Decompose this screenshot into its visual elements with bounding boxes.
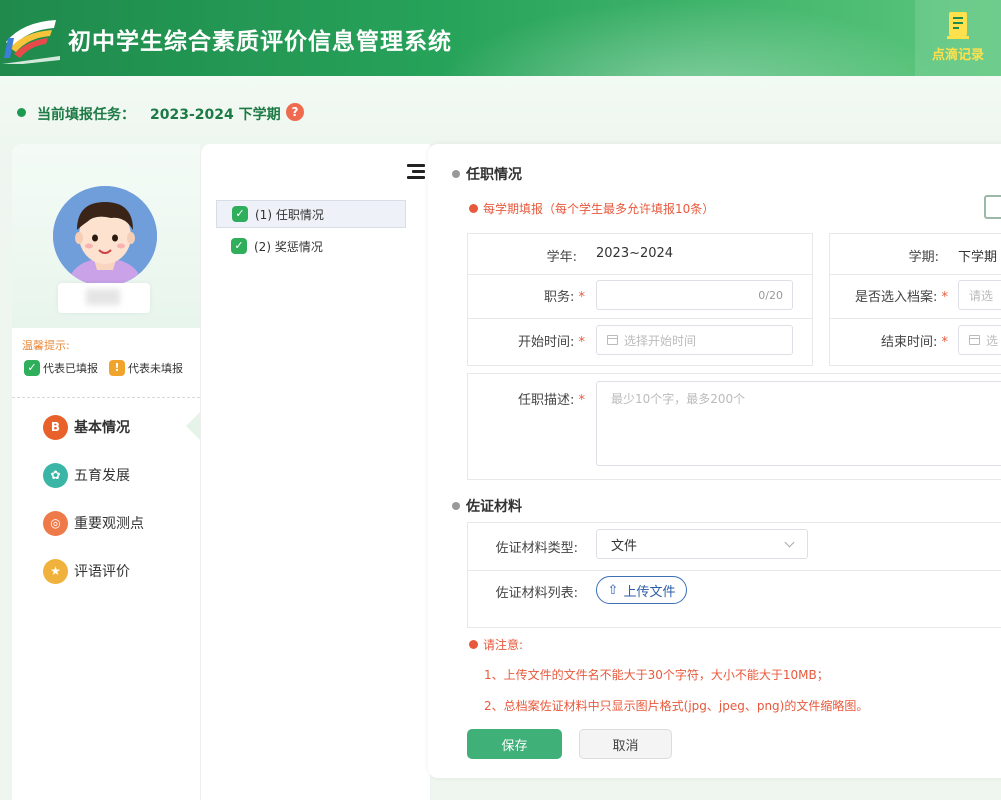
notice-title: 请注意: <box>469 636 523 653</box>
shield-icon: ★ <box>43 558 68 584</box>
term-value: 下学期 <box>958 250 998 265</box>
hint-title: 温馨提示: <box>22 339 70 352</box>
avatar <box>53 186 157 286</box>
row-divider <box>467 570 1001 571</box>
term-label: 学期: <box>908 250 939 265</box>
evidence-type-label: 佐证材料类型: <box>495 541 578 556</box>
row-divider <box>829 274 1001 275</box>
legend-filled: ✓ 代表已填报 <box>24 360 98 376</box>
archive-select[interactable]: 请选 <box>958 280 1001 310</box>
sidebar-item-five-education[interactable]: ✿ 五育发展 <box>43 461 130 489</box>
end-time-placeholder: 选 <box>986 333 999 348</box>
exclamation-icon: ! <box>109 360 125 376</box>
save-button[interactable]: 保存 <box>467 729 562 759</box>
task-dot-icon <box>17 108 26 117</box>
record-label: 点滴记录 <box>931 48 984 63</box>
end-time-picker[interactable]: 选 <box>958 325 1001 355</box>
header-glow <box>430 0 950 76</box>
task-value: 2023-2024 下学期 <box>150 107 281 123</box>
fill-rule-warning: 每学期填报（每个学生最多允许填报10条） <box>469 200 714 217</box>
legend-filled-label: 代表已填报 <box>43 362 98 375</box>
legend-unfilled: ! 代表未填报 <box>109 360 183 376</box>
evidence-type-value: 文件 <box>611 538 638 554</box>
end-time-label: 结束时间: * <box>880 335 948 350</box>
chevron-down-icon <box>784 537 795 548</box>
question-icon[interactable]: ? <box>286 103 304 121</box>
start-time-label: 开始时间: * <box>517 335 585 350</box>
subnav-item-label: (1) 任职情况 <box>255 207 324 222</box>
target-icon: ◎ <box>43 510 68 536</box>
start-time-placeholder: 选择开始时间 <box>624 333 697 348</box>
person-badge-icon: B <box>43 414 68 440</box>
sidebar-item-observation-points[interactable]: ◎ 重要观测点 <box>43 509 144 537</box>
section-title-position: 任职情况 <box>452 164 522 184</box>
evidence-list-label: 佐证材料列表: <box>495 586 578 601</box>
calendar-icon <box>969 335 980 345</box>
duty-char-count: 0/20 <box>758 288 783 302</box>
sidebar-item-label: 五育发展 <box>74 468 130 484</box>
subnav-item-position[interactable]: ✓ (1) 任职情况 <box>216 200 406 228</box>
task-label: 当前填报任务： <box>37 107 135 123</box>
sidebar-item-label: 评语评价 <box>74 564 130 580</box>
student-name-blurred <box>58 283 150 313</box>
upload-label: 上传文件 <box>623 584 676 600</box>
section-title-evidence: 佐证材料 <box>452 496 522 516</box>
sidebar-item-basic-info[interactable]: B 基本情况 <box>43 413 130 441</box>
active-indicator <box>186 412 200 440</box>
duty-label: 职务: * <box>543 290 585 305</box>
calendar-icon <box>607 335 618 345</box>
warning-icon <box>469 640 478 649</box>
app-logo <box>2 20 60 64</box>
sidebar-item-label: 重要观测点 <box>74 516 144 532</box>
record-button[interactable]: 点滴记录 <box>915 0 1001 76</box>
menu-icon[interactable] <box>407 164 425 180</box>
app-header: 初中学生综合素质评价信息管理系统 点滴记录 <box>0 0 1001 76</box>
check-icon: ✓ <box>231 238 247 254</box>
notice-line-1: 1、上传文件的文件名不能大于30个字符，大小不能大于10MB； <box>484 668 829 682</box>
desc-label: 任职描述: * <box>517 393 585 408</box>
warning-text: 每学期填报（每个学生最多允许填报10条） <box>483 202 715 216</box>
document-icon[interactable] <box>984 195 1001 219</box>
upload-icon: ⇧ <box>607 582 619 598</box>
upload-file-button[interactable]: ⇧ 上传文件 <box>596 576 687 604</box>
app-title: 初中学生综合素质评价信息管理系统 <box>68 29 452 55</box>
notice-line-2: 2、总档案佐证材料中只显示图片格式(jpg、jpeg、png)的文件缩略图。 <box>484 699 869 713</box>
check-icon: ✓ <box>24 360 40 376</box>
archive-label: 是否选入档案: * <box>854 290 948 305</box>
legend-unfilled-label: 代表未填报 <box>128 362 183 375</box>
year-label: 学年: <box>546 250 577 265</box>
duty-input[interactable]: 0/20 <box>596 280 793 310</box>
row-divider <box>829 318 1001 319</box>
subnav-item-rewards[interactable]: ✓ (2) 奖惩情况 <box>216 232 406 260</box>
evidence-type-select[interactable]: 文件 <box>596 529 808 559</box>
warning-icon <box>469 204 478 213</box>
subnav-item-label: (2) 奖惩情况 <box>254 239 323 254</box>
year-value: 2023~2024 <box>596 246 674 261</box>
flower-icon: ✿ <box>43 462 68 488</box>
desc-textarea[interactable]: 最少10个字，最多200个 <box>596 381 1001 466</box>
row-divider <box>467 274 813 275</box>
desc-placeholder: 最少10个字，最多200个 <box>611 392 746 406</box>
sidebar-item-comments[interactable]: ★ 评语评价 <box>43 557 130 585</box>
divider <box>12 397 200 398</box>
archive-placeholder: 请选 <box>969 288 994 303</box>
row-divider <box>467 318 813 319</box>
start-time-picker[interactable]: 选择开始时间 <box>596 325 793 355</box>
sidebar-item-label: 基本情况 <box>74 420 130 436</box>
cancel-button[interactable]: 取消 <box>579 729 672 759</box>
check-icon: ✓ <box>232 206 248 222</box>
notebook-icon <box>947 12 969 39</box>
